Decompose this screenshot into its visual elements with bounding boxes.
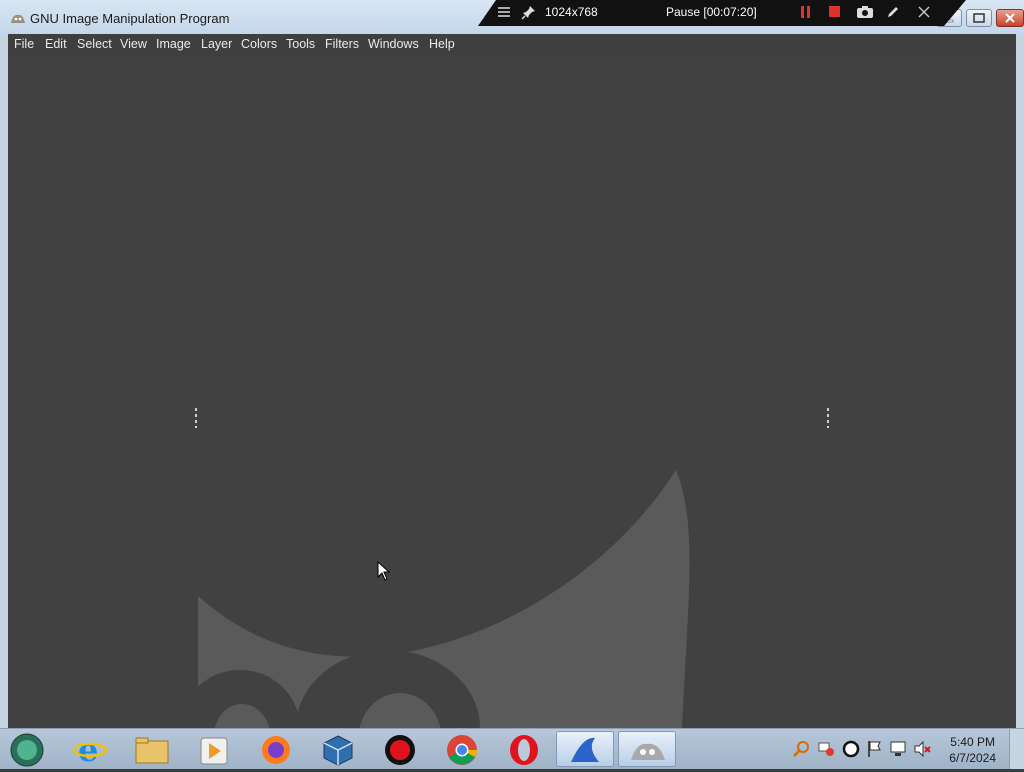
virtualbox-icon	[323, 735, 353, 766]
taskbar-opera[interactable]	[496, 731, 552, 767]
close-icon	[1005, 13, 1015, 23]
record-tray-icon[interactable]	[841, 739, 861, 759]
taskbar-chrome[interactable]	[434, 731, 490, 767]
taskbar-ie[interactable]: e	[62, 731, 118, 769]
menu-select[interactable]: Select	[77, 37, 112, 51]
recording-resolution: 1024x768	[545, 5, 598, 19]
recorder-toolbar: 1024x768 Pause [00:07:20]	[478, 0, 966, 26]
firefox-icon	[262, 736, 290, 764]
window-title: GNU Image Manipulation Program	[30, 11, 230, 26]
search-tray-icon[interactable]	[792, 739, 812, 759]
close-recorder-icon[interactable]	[916, 4, 932, 20]
app-shark-icon	[571, 737, 599, 762]
gimp-icon	[631, 743, 665, 760]
taskbar: e 5:40 PM 6/7/2024	[0, 728, 1024, 769]
menu-edit[interactable]: Edit	[45, 37, 67, 51]
taskbar-media[interactable]	[186, 731, 242, 767]
clock-time: 5:40 PM	[950, 735, 995, 749]
pause-icon[interactable]	[798, 4, 814, 20]
menu-bar: File Edit Select View Image Layer Colors…	[8, 34, 1016, 56]
taskbar-recorder[interactable]	[372, 731, 428, 767]
camera-icon[interactable]	[856, 4, 874, 20]
screen-recorder-icon	[385, 735, 415, 765]
menu-image[interactable]: Image	[156, 37, 191, 51]
media-player-icon	[200, 737, 228, 765]
start-orb-icon	[10, 733, 44, 767]
chrome-icon	[447, 735, 477, 765]
system-clock[interactable]: 5:40 PM 6/7/2024	[949, 734, 996, 766]
menu-colors[interactable]: Colors	[241, 37, 277, 51]
menu-filters[interactable]: Filters	[325, 37, 359, 51]
start-button[interactable]	[0, 731, 54, 767]
menu-help[interactable]: Help	[429, 37, 455, 51]
taskbar-gimp[interactable]	[618, 731, 676, 767]
restore-icon	[973, 13, 985, 23]
pin-icon[interactable]	[521, 4, 537, 20]
taskbar-explorer[interactable]	[124, 731, 180, 767]
window-left-border	[0, 34, 8, 728]
network-tray-icon[interactable]	[816, 739, 836, 759]
mouse-cursor-icon	[377, 561, 391, 581]
display-tray-icon[interactable]	[889, 739, 909, 759]
taskbar-firefox[interactable]	[248, 731, 304, 767]
menu-windows[interactable]: Windows	[368, 37, 419, 51]
menu-view[interactable]: View	[120, 37, 147, 51]
pencil-icon[interactable]	[885, 4, 901, 20]
svg-text:e: e	[78, 731, 98, 767]
clock-date: 6/7/2024	[949, 751, 996, 765]
close-button[interactable]	[996, 9, 1024, 27]
menu-icon[interactable]	[496, 4, 512, 20]
stop-icon[interactable]	[827, 4, 843, 20]
menu-file[interactable]: File	[14, 37, 34, 51]
maximize-button[interactable]	[966, 9, 992, 27]
volume-muted-icon[interactable]	[913, 739, 933, 759]
menu-tools[interactable]: Tools	[286, 37, 315, 51]
opera-icon	[510, 735, 538, 765]
menu-layer[interactable]: Layer	[201, 37, 232, 51]
gimp-app-icon	[11, 14, 25, 23]
image-canvas[interactable]	[8, 56, 1016, 728]
flag-tray-icon[interactable]	[865, 739, 885, 759]
window-right-border	[1016, 34, 1024, 728]
show-desktop-button[interactable]	[1009, 729, 1024, 769]
taskbar-virtualbox[interactable]	[310, 731, 366, 767]
recording-status: Pause [00:07:20]	[666, 5, 757, 19]
wilber-watermark	[180, 408, 829, 728]
taskbar-shark-app[interactable]	[556, 731, 614, 767]
file-explorer-icon	[135, 737, 169, 764]
internet-explorer-icon: e	[72, 731, 108, 769]
